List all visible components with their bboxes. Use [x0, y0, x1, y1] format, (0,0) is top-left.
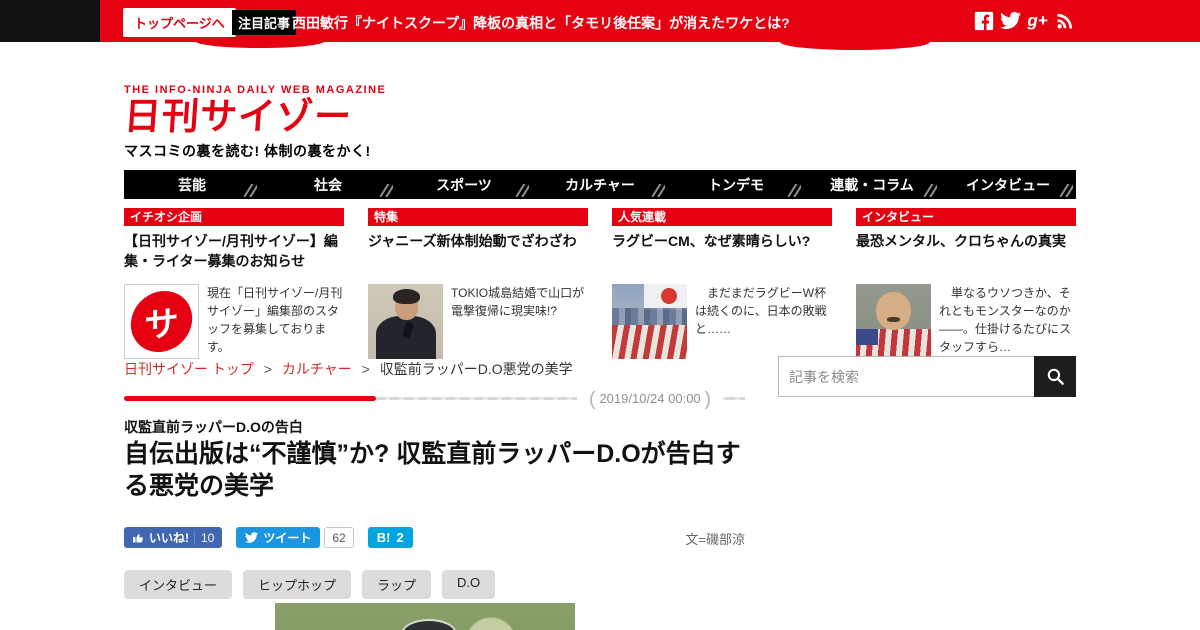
column-header: インタビュー: [856, 208, 1076, 226]
search-box: [778, 356, 1076, 397]
column-title-link[interactable]: ラグビーCM、なぜ素晴らしい?: [612, 232, 832, 280]
nav-item-geino[interactable]: 芸能: [124, 170, 260, 199]
nav-item-culture[interactable]: カルチャー: [532, 170, 668, 199]
search-button[interactable]: [1034, 356, 1076, 397]
feature-column-interview: インタビュー 最恐メンタル、クロちゃんの真実 単なるウソつきか、それともモンスタ…: [856, 208, 1076, 359]
cap-shape: [403, 621, 455, 630]
feature-column-tokushu: 特集 ジャニーズ新体制始動でざわざわ TOKIO城島結婚で山口が電撃復帰に現実味…: [368, 208, 588, 359]
breadcrumb-separator: >: [361, 361, 370, 377]
featured-article-badge: 注目記事: [232, 10, 297, 35]
divider-red-stroke: [124, 396, 376, 401]
nav-separator: [652, 184, 665, 197]
kurochan-photo: [856, 284, 931, 359]
social-icon-row: g+: [972, 9, 1076, 32]
nav-separator: [516, 184, 529, 197]
nav-label: トンデモ: [708, 176, 764, 193]
page: トップページへ 注目記事 西田敏行『ナイトスクープ』降板の真相と「タモリ後任案」…: [0, 0, 1200, 630]
nav-separator: [924, 184, 937, 197]
column-title-link[interactable]: 【日刊サイゾー/月刊サイゾー】編集・ライター募集のお知らせ: [124, 232, 344, 280]
feature-columns: イチオシ企画 【日刊サイゾー/月刊サイゾー】編集・ライター募集のお知らせ サ 現…: [124, 208, 1076, 359]
cyzo-logo-glyph: サ: [130, 287, 193, 356]
date-text: 2019/10/24 00:00: [599, 391, 701, 406]
teaser-text: まだまだラグビーW杯は続くのに、日本の敗戦と……: [695, 286, 827, 336]
rugby-world-cup-photo: [612, 284, 687, 359]
feature-column-ninki-rensai: 人気連載 ラグビーCM、なぜ素晴らしい? まだまだラグビーW杯は続くのに、日本の…: [612, 208, 832, 359]
tag-rap[interactable]: ラップ: [362, 570, 432, 599]
feature-column-ichioshi: イチオシ企画 【日刊サイゾー/月刊サイゾー】編集・ライター募集のお知らせ サ 現…: [124, 208, 344, 359]
nav-label: 社会: [314, 176, 342, 193]
breadcrumb-culture-link[interactable]: カルチャー: [282, 361, 352, 377]
googleplus-icon[interactable]: g+: [1026, 9, 1049, 32]
twitter-icon[interactable]: [999, 9, 1022, 32]
nav-label: スポーツ: [436, 176, 492, 193]
press-conference-photo: [368, 284, 443, 359]
article-divider: (2019/10/24 00:00): [124, 389, 745, 411]
column-teaser[interactable]: まだまだラグビーW杯は続くのに、日本の敗戦と……: [612, 284, 832, 359]
nav-label: 連載・コラム: [830, 176, 914, 193]
column-teaser[interactable]: TOKIO城島結婚で山口が電撃復帰に現実味!?: [368, 284, 588, 359]
nav-item-rensai-column[interactable]: 連載・コラム: [804, 170, 940, 199]
tag-interview[interactable]: インタビュー: [124, 570, 233, 599]
nav-separator: [380, 184, 393, 197]
column-header: 特集: [368, 208, 588, 226]
magazine-tagline: THE INFO-NINJA DAILY WEB MAGAZINE: [124, 84, 387, 96]
site-slogan: マスコミの裏を読む! 体制の裏をかく!: [124, 142, 371, 159]
teaser-text: 現在「日刊サイゾー/月刊サイゾー」編集部のスタッフを募集しております。: [207, 286, 343, 354]
nav-separator: [788, 184, 801, 197]
article-date: (2019/10/24 00:00): [577, 389, 723, 411]
teaser-text: TOKIO城島結婚で山口が電撃復帰に現実味!?: [451, 286, 585, 318]
nav-item-interview[interactable]: インタビュー: [940, 170, 1076, 199]
breadcrumb-current: 収監前ラッパーD.O悪党の美学: [379, 361, 573, 377]
column-teaser[interactable]: 単なるウソつきか、それともモンスターなのか――。仕掛けるたびにスタッフすら…: [856, 284, 1076, 359]
teaser-text: 単なるウソつきか、それともモンスターなのか――。仕掛けるたびにスタッフすら…: [939, 286, 1072, 354]
search-input[interactable]: [778, 356, 1034, 397]
breadcrumb-separator: >: [263, 361, 272, 377]
breadcrumb: 日刊サイゾー トップ > カルチャー > 収監前ラッパーD.O悪党の美学: [124, 359, 573, 379]
nav-label: インタビュー: [966, 176, 1050, 193]
column-title-link[interactable]: 最恐メンタル、クロちゃんの真実: [856, 232, 1076, 280]
main-nav: 芸能 社会 スポーツ カルチャー トンデモ 連載・コラム インタビュー: [124, 170, 1076, 199]
search-icon: [1047, 368, 1064, 385]
nav-separator: [244, 184, 257, 197]
article-main-photo: [275, 603, 575, 630]
paren-open: (: [589, 389, 596, 410]
nav-item-sports[interactable]: スポーツ: [396, 170, 532, 199]
top-bar: トップページへ 注目記事 西田敏行『ナイトスクープ』降板の真相と「タモリ後任案」…: [0, 0, 1200, 50]
top-page-button[interactable]: トップページへ: [123, 8, 236, 37]
column-title-link[interactable]: ジャニーズ新体制始動でざわざわ: [368, 232, 588, 280]
nav-label: 芸能: [178, 176, 206, 193]
column-header: イチオシ企画: [124, 208, 344, 226]
column-header: 人気連載: [612, 208, 832, 226]
nav-item-tondemo[interactable]: トンデモ: [668, 170, 804, 199]
nav-label: カルチャー: [565, 176, 635, 193]
breadcrumb-home-link[interactable]: 日刊サイゾー トップ: [124, 361, 254, 377]
column-teaser[interactable]: サ 現在「日刊サイゾー/月刊サイゾー」編集部のスタッフを募集しております。: [124, 284, 344, 359]
article-kicker: 収監直前ラッパーD.Oの告白: [124, 419, 303, 435]
tag-do[interactable]: D.O: [442, 570, 496, 599]
tag-list: インタビュー ヒップホップ ラップ D.O: [124, 570, 496, 599]
nav-item-shakai[interactable]: 社会: [260, 170, 396, 199]
tag-hiphop[interactable]: ヒップホップ: [243, 570, 352, 599]
site-logo[interactable]: 日刊サイゾー: [123, 96, 388, 139]
nav-separator: [1060, 184, 1073, 197]
rss-icon[interactable]: [1053, 9, 1076, 32]
paren-close: ): [704, 389, 711, 410]
site-logo-block[interactable]: THE INFO-NINJA DAILY WEB MAGAZINE 日刊サイゾー…: [123, 84, 388, 161]
cyzo-logo-mark: サ: [124, 284, 199, 359]
facebook-icon[interactable]: [972, 9, 995, 32]
article-author: 文=磯部涼: [685, 532, 745, 547]
featured-article-headline[interactable]: 西田敏行『ナイトスクープ』降板の真相と「タモリ後任案」が消えたワケとは?: [292, 13, 790, 33]
article-title: 自伝出版は“不謹慎”か? 収監直前ラッパーD.Oが告白する悪党の美学: [124, 440, 741, 500]
